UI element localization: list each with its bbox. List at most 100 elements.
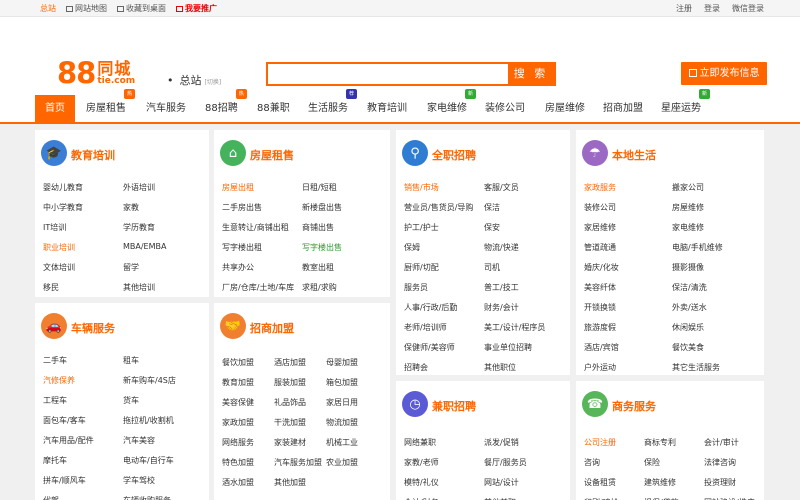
category-link[interactable]: 电动车/自行车: [123, 455, 174, 466]
category-link[interactable]: 酒店加盟: [274, 357, 306, 368]
login-link[interactable]: 登录: [704, 3, 720, 14]
category-link[interactable]: 保洁: [484, 202, 500, 213]
category-link[interactable]: 设备租赁: [584, 477, 616, 488]
nav-item-3[interactable]: 88招聘 热: [205, 89, 247, 122]
category-link[interactable]: MBA/EMBA: [123, 242, 166, 251]
category-link[interactable]: 派发/促销: [484, 437, 519, 448]
category-link[interactable]: 移民: [43, 282, 59, 293]
category-link[interactable]: 老师/培训师: [404, 322, 447, 333]
category-link[interactable]: 拖拉机/收割机: [123, 415, 174, 426]
category-link[interactable]: 客服/文员: [484, 182, 519, 193]
category-link[interactable]: 留学: [123, 262, 139, 273]
category-link[interactable]: 酒店/宾馆: [584, 342, 619, 353]
category-link[interactable]: 汽车用品/配件: [43, 435, 94, 446]
nav-item-2[interactable]: 汽车服务: [146, 95, 186, 122]
category-link[interactable]: 货车: [123, 395, 139, 406]
category-link[interactable]: 外卖/送水: [672, 302, 707, 313]
category-link[interactable]: 保安: [484, 222, 500, 233]
category-link[interactable]: 租车: [123, 355, 139, 366]
category-link[interactable]: 普工/技工: [484, 282, 519, 293]
section-title[interactable]: 全职招聘: [432, 147, 476, 163]
category-link[interactable]: 家居日用: [326, 397, 358, 408]
category-link[interactable]: 管道疏通: [584, 242, 616, 253]
category-link[interactable]: 厂房/仓库/土地/车库: [222, 282, 294, 293]
category-link[interactable]: 家政服务: [584, 182, 616, 193]
category-link[interactable]: 代驾: [43, 495, 59, 500]
category-link[interactable]: 其他加盟: [274, 477, 306, 488]
nav-item-4[interactable]: 88兼职: [257, 95, 290, 122]
category-link[interactable]: 美工/设计/程序员: [484, 322, 545, 333]
category-link[interactable]: 新楼盘出售: [302, 202, 342, 213]
category-link[interactable]: 汽修保养: [43, 375, 75, 386]
category-link[interactable]: 物流/快递: [484, 242, 519, 253]
category-link[interactable]: 面包车/客车: [43, 415, 86, 426]
nav-item-8[interactable]: 装修公司: [485, 95, 525, 122]
category-link[interactable]: 干洗加盟: [274, 417, 306, 428]
category-link[interactable]: 保洁/清洗: [672, 282, 707, 293]
nav-item-11[interactable]: 星座运势 新: [661, 89, 710, 122]
category-link[interactable]: 投资理财: [704, 477, 736, 488]
category-link[interactable]: 营业员/售货员/导购: [404, 202, 473, 213]
section-title[interactable]: 教育培训: [71, 147, 115, 163]
nav-item-0[interactable]: 首页: [35, 95, 75, 122]
nav-item-5[interactable]: 生活服务 荐: [308, 89, 357, 122]
category-link[interactable]: 餐厅/服务员: [484, 457, 527, 468]
nav-item-10[interactable]: 招商加盟: [603, 95, 643, 122]
section-title[interactable]: 车辆服务: [71, 320, 115, 336]
category-link[interactable]: 中小学教育: [43, 202, 83, 213]
category-link[interactable]: 家教/老师: [404, 457, 439, 468]
category-link[interactable]: 汽车服务加盟: [274, 457, 322, 468]
category-link[interactable]: 二手房出售: [222, 202, 262, 213]
category-link[interactable]: 公司注册: [584, 437, 616, 448]
category-link[interactable]: 机械工业: [326, 437, 358, 448]
nav-item-6[interactable]: 教育培训: [367, 95, 407, 122]
category-link[interactable]: 学车驾校: [123, 475, 155, 486]
category-link[interactable]: 新车购车/4S店: [123, 375, 176, 386]
category-link[interactable]: 箱包加盟: [326, 377, 358, 388]
category-link[interactable]: 餐饮加盟: [222, 357, 254, 368]
category-link[interactable]: 保健师/美容师: [404, 342, 455, 353]
search-input[interactable]: [268, 64, 510, 84]
category-link[interactable]: 写字楼出售: [302, 242, 342, 253]
category-link[interactable]: 美容纤体: [584, 282, 616, 293]
category-link[interactable]: 建筑维修: [644, 477, 676, 488]
category-link[interactable]: 保姆: [404, 242, 420, 253]
post-info-button[interactable]: 立即发布信息: [681, 62, 767, 85]
category-link[interactable]: 二手车: [43, 355, 67, 366]
category-link[interactable]: 商标专利: [644, 437, 676, 448]
search-button[interactable]: 搜 索: [508, 64, 554, 84]
category-link[interactable]: 外语培训: [123, 182, 155, 193]
category-link[interactable]: 摩托车: [43, 455, 67, 466]
category-link[interactable]: 电脑/手机维修: [672, 242, 723, 253]
category-link[interactable]: 文体培训: [43, 262, 75, 273]
home-link[interactable]: 总站: [40, 3, 56, 14]
sitemap-link[interactable]: 网站地图: [66, 3, 107, 14]
category-link[interactable]: 网络兼职: [404, 437, 436, 448]
register-link[interactable]: 注册: [676, 3, 692, 14]
category-link[interactable]: 家教: [123, 202, 139, 213]
category-link[interactable]: 法律咨询: [704, 457, 736, 468]
category-link[interactable]: 保险: [644, 457, 660, 468]
category-link[interactable]: 工程车: [43, 395, 67, 406]
category-link[interactable]: 旅游度假: [584, 322, 616, 333]
category-link[interactable]: 开锁换锁: [584, 302, 616, 313]
category-link[interactable]: 日租/短租: [302, 182, 337, 193]
category-link[interactable]: 摄影摄像: [672, 262, 704, 273]
category-link[interactable]: 事业单位招聘: [484, 342, 532, 353]
category-link[interactable]: 礼品饰品: [274, 397, 306, 408]
category-link[interactable]: 车辆收购服务: [123, 495, 171, 500]
section-title[interactable]: 本地生活: [612, 147, 656, 163]
category-link[interactable]: 学历教育: [123, 222, 155, 233]
category-link[interactable]: 家政加盟: [222, 417, 254, 428]
section-title[interactable]: 招商加盟: [250, 320, 294, 336]
category-link[interactable]: 职业培训: [43, 242, 75, 253]
category-link[interactable]: 服装加盟: [274, 377, 306, 388]
category-link[interactable]: 写字楼出租: [222, 242, 262, 253]
favorite-link[interactable]: 收藏到桌面: [117, 3, 166, 14]
category-link[interactable]: 农业加盟: [326, 457, 358, 468]
category-link[interactable]: 招聘会: [404, 362, 428, 373]
category-link[interactable]: 物流加盟: [326, 417, 358, 428]
category-link[interactable]: 房屋出租: [222, 182, 254, 193]
category-link[interactable]: 网络服务: [222, 437, 254, 448]
category-link[interactable]: 厨师/切配: [404, 262, 439, 273]
